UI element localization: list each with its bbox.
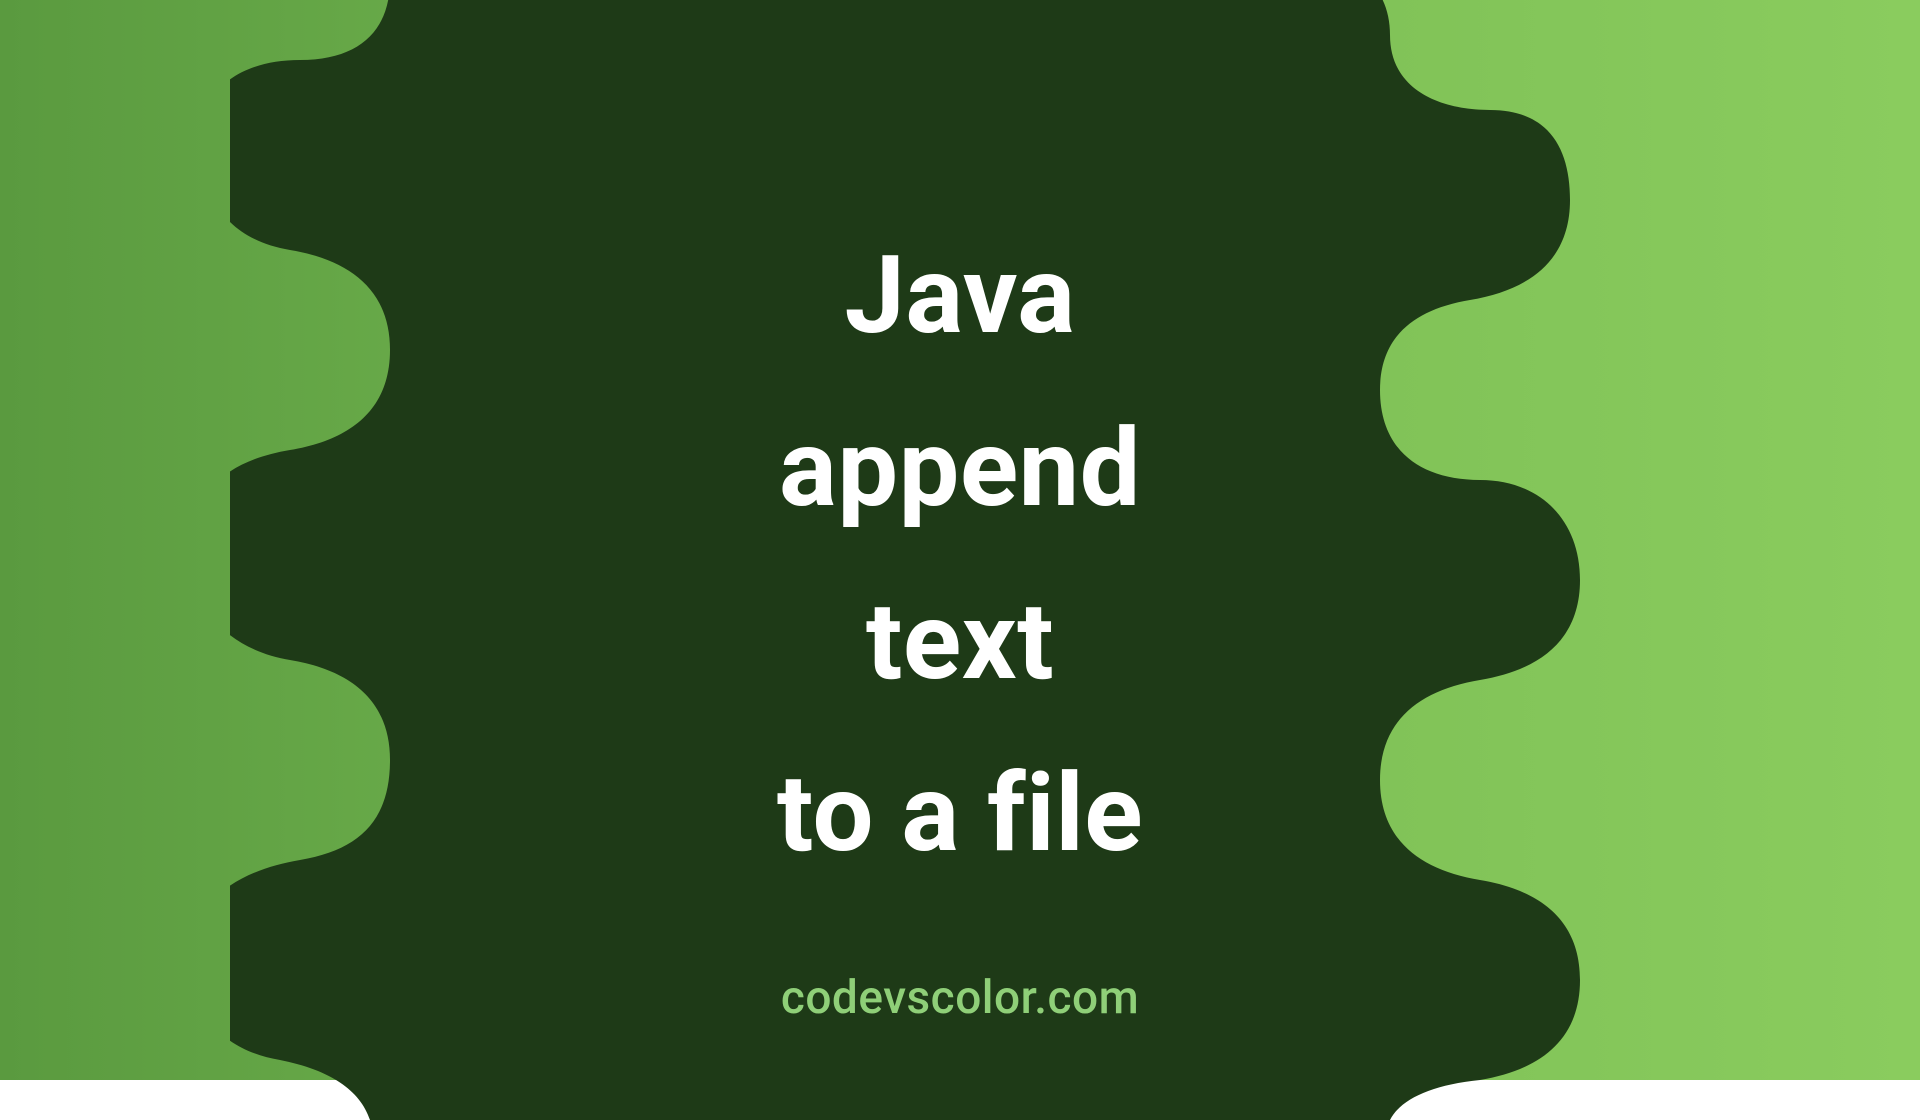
title-line-2: append [779,406,1141,532]
main-title: Java append text to a file [0,210,1920,901]
title-line-4: to a file [777,751,1143,877]
site-label: codevscolor.com [0,971,1920,1025]
title-line-1: Java [844,233,1075,359]
title-line-3: text [866,579,1054,705]
